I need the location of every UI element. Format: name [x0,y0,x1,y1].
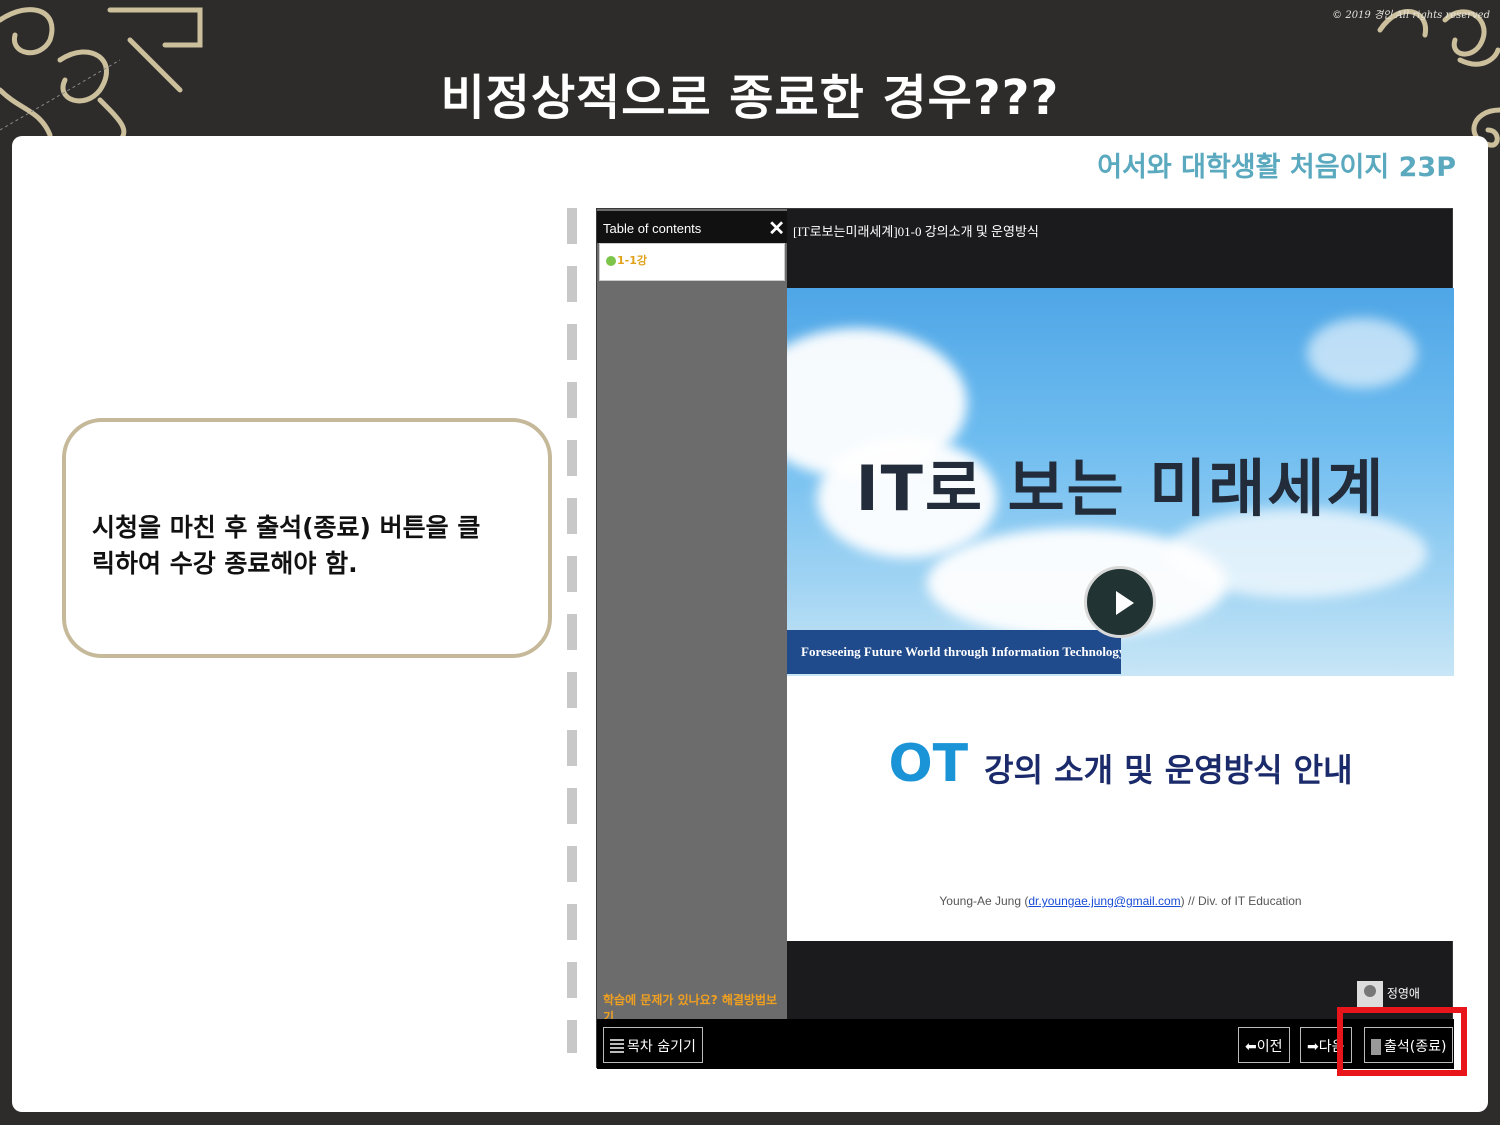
prev-button[interactable]: ⬅이전 [1238,1027,1290,1063]
copyright-notice: © 2019 경인 All rights reserved [1332,10,1490,21]
list-icon [610,1039,624,1055]
reference-page: 어서와 대학생활 처음이지 23P [1097,152,1456,183]
ot-text: 강의 소개 및 운영방식 안내 [984,751,1353,789]
callout-line-2: 릭하여 수강 종료해야 함. [92,549,358,578]
toc-sidebar: Table of contents ✕ 1-1강 학습에 문제가 있나요? 해결… [597,209,787,1024]
status-dot-icon [606,256,616,266]
ot-label: OT [888,734,969,794]
player-controls: 목차 숨기기 ⬅이전 ➡다음 출석(종료) [597,1019,1454,1069]
slide-heading: IT로 보는 미래세계 [855,452,1386,525]
toc-hide-button[interactable]: 목차 숨기기 [603,1027,703,1063]
toc-header-label: Table of contents [603,221,702,236]
arrow-right-icon: ➡ [1307,1039,1319,1055]
toc-item-label: 1-1강 [617,254,647,267]
instructor-info: 정영애 [1357,981,1420,1007]
callout-line-1: 시청을 마친 후 출석(종료) 버튼을 클 [92,513,481,542]
author-email: dr.youngae.jung@gmail.com [1028,894,1181,908]
slide-author: Young-Ae Jung (dr.youngae.jung@gmail.com… [787,894,1454,908]
prev-label: 이전 [1256,1039,1283,1055]
dashed-divider [567,208,577,1053]
lecture-title: [IT로보는미래세계]01-0 강의소개 및 운영방식 [793,224,1039,239]
video-area[interactable]: IT로 보는 미래세계 Foreseeing Future World thro… [787,288,1454,941]
arrow-left-icon: ⬅ [1245,1039,1257,1055]
author-rest: ) // Div. of IT Education [1180,894,1302,908]
cloud-shape [1307,318,1417,388]
toc-item-1-1[interactable]: 1-1강 [599,243,785,281]
instruction-callout: 시청을 마친 후 출석(종료) 버튼을 클 릭하여 수강 종료해야 함. [62,418,552,658]
exit-button-highlight [1337,1007,1467,1076]
page-title: 비정상적으로 종료한 경우??? [440,70,1060,126]
slide-subtitle: Foreseeing Future World through Informat… [787,630,1121,674]
lecture-player-screenshot: Table of contents ✕ 1-1강 학습에 문제가 있나요? 해결… [596,208,1454,1069]
slide-ot-line: OT 강의 소개 및 운영방식 안내 [787,734,1454,794]
instructor-name: 정영애 [1386,986,1420,1001]
author-name: Young-Ae Jung ( [939,894,1029,908]
toc-hide-label: 목차 숨기기 [627,1039,696,1055]
avatar [1357,981,1383,1007]
toc-header: Table of contents ✕ [597,211,787,243]
close-icon[interactable]: ✕ [768,216,785,241]
play-button[interactable] [1084,566,1156,638]
